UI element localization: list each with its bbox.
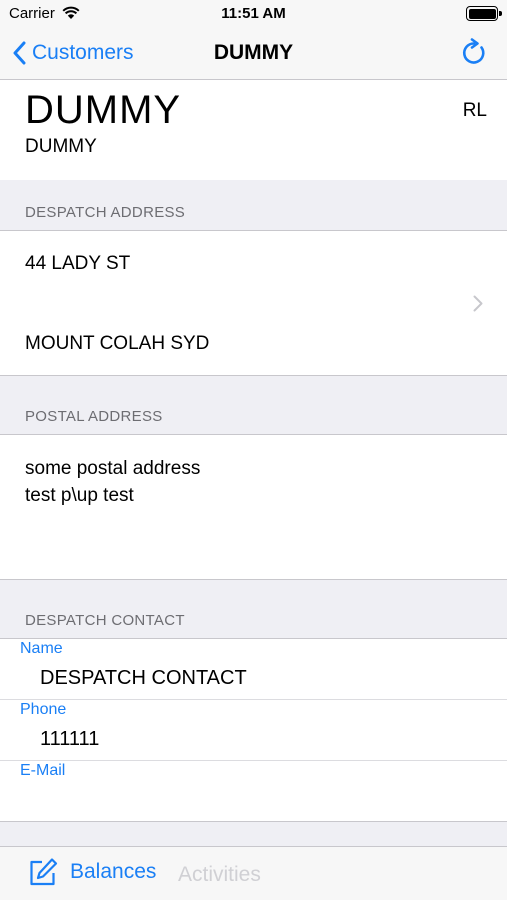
customer-header: DUMMY DUMMY RL (0, 80, 507, 180)
customer-detail-content[interactable]: DUMMY DUMMY RL DESPATCH ADDRESS 44 LADY … (0, 80, 507, 846)
postal-address-text: some postal address test p\up test (25, 455, 200, 509)
section-header-despatch-contact: DESPATCH CONTACT (0, 590, 507, 638)
despatch-contact-cell: Name DESPATCH CONTACT Phone 111111 E-Mai… (0, 638, 507, 822)
chevron-right-icon (473, 295, 483, 312)
nav-title: DUMMY (213, 41, 294, 64)
contact-name-label: Name (20, 640, 63, 657)
customer-code: RL (462, 100, 487, 121)
section-header-label: DESPATCH ADDRESS (25, 204, 186, 221)
status-bar: Carrier 11:51 AM (0, 0, 507, 28)
balances-button[interactable]: Balances (28, 857, 156, 887)
postal-address-line2: test p\up test (25, 485, 134, 506)
activities-button[interactable]: Activities (178, 863, 261, 887)
customer-name: DUMMY (25, 88, 182, 132)
refresh-icon[interactable] (459, 38, 489, 68)
section-header-label: POSTAL ADDRESS (25, 408, 163, 425)
balances-label: Balances (70, 860, 157, 883)
contact-phone-label: Phone (20, 701, 67, 718)
divider (0, 699, 507, 700)
despatch-address-cell[interactable]: 44 LADY ST MOUNT COLAH SYD (0, 230, 507, 376)
postal-address-line1: some postal address (25, 458, 201, 479)
edit-icon (30, 858, 58, 886)
bottom-toolbar: Balances Activities (0, 846, 507, 900)
postal-address-cell[interactable]: some postal address test p\up test (0, 434, 507, 580)
contact-phone-field[interactable]: 111111 (40, 728, 99, 751)
section-header-label: DESPATCH CONTACT (25, 612, 185, 629)
navigation-bar: Customers DUMMY (0, 28, 507, 80)
clock: 11:51 AM (221, 5, 286, 22)
divider (0, 760, 507, 761)
despatch-address-line1: 44 LADY ST (25, 253, 131, 274)
despatch-address-line2: MOUNT COLAH SYD (25, 333, 210, 354)
contact-name-field[interactable]: DESPATCH CONTACT (40, 667, 247, 690)
customer-subtitle: DUMMY (25, 136, 97, 157)
section-header-despatch-address: DESPATCH ADDRESS (0, 182, 507, 230)
contact-email-label: E-Mail (20, 762, 66, 779)
battery-icon (466, 6, 502, 21)
section-header-postal-address: POSTAL ADDRESS (0, 386, 507, 434)
